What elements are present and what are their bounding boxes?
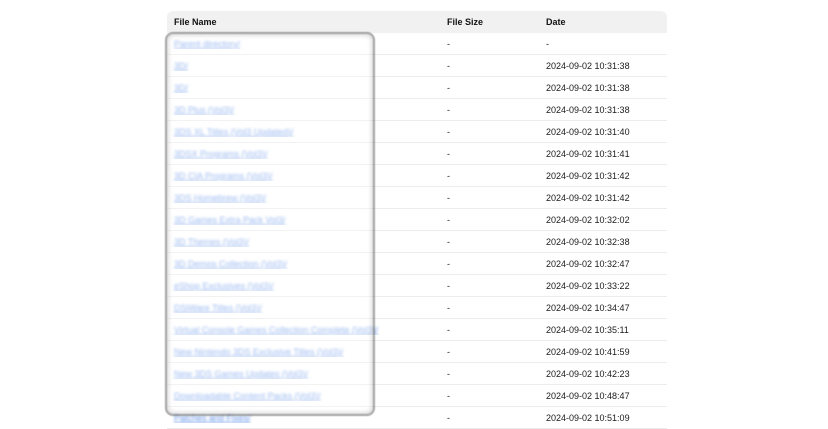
file-size-cell: -: [447, 170, 450, 181]
file-name-cell: 3D Plus (Vol3)/: [167, 105, 440, 115]
file-name-cell: eShop Exclusives (Vol3)/: [167, 281, 440, 291]
file-name-cell: 3DS Homebrew (Vol3)/: [167, 193, 440, 203]
table-row: 3D Plus (Vol3)/ - 2024-09-02 10:31:38: [167, 99, 667, 121]
file-link[interactable]: Patches and Fixes/: [174, 413, 251, 423]
file-link[interactable]: 3D/: [174, 61, 188, 71]
table-row: 3DSX Programs (Vol3)/ - 2024-09-02 10:31:4…: [167, 143, 667, 165]
file-link[interactable]: 3D CIA Programs (Vol3)/: [174, 171, 273, 181]
table-row: 3D Demos Collection (Vol3)/ - 2024-09-02 1…: [167, 253, 667, 275]
file-name-cell: Downloadable Content Packs (Vol3)/: [167, 391, 440, 401]
date-cell: 2024-09-02 10:34:47: [546, 302, 630, 313]
file-name-cell: 3D/: [167, 83, 440, 93]
date-cell: 2024-09-02 10:31:42: [546, 192, 630, 203]
date-cell: 2024-09-02 10:31:40: [546, 126, 630, 137]
file-name-cell: Parent directory/: [167, 39, 440, 49]
file-name-cell: New Nintendo 3DS Exclusive Titles (Vol3)…: [167, 347, 440, 357]
file-link[interactable]: 3DSX Programs (Vol3)/: [174, 149, 268, 159]
file-name-cell: 3D Themes (Vol3)/: [167, 237, 440, 247]
file-link[interactable]: New 3DS Games Updates (Vol3)/: [174, 369, 308, 379]
table-row: Virtual Console Games Collection Complet…: [167, 319, 667, 341]
file-size-cell: -: [447, 60, 450, 71]
file-name-cell: 3D Games Extra Pack Vol3/: [167, 215, 440, 225]
file-link[interactable]: DSiWare Titles (Vol3)/: [174, 303, 262, 313]
table-header: File Name File Size Date: [167, 11, 667, 33]
file-link[interactable]: New Nintendo 3DS Exclusive Titles (Vol3)…: [174, 347, 343, 357]
header-file-name[interactable]: File Name: [167, 17, 440, 27]
file-size-cell: -: [447, 390, 450, 401]
file-name-cell: 3DSX Programs (Vol3)/: [167, 149, 440, 159]
table-row: Patches and Fixes/ - 2024-09-02 10:51:09: [167, 407, 667, 429]
date-cell: 2024-09-02 10:31:41: [546, 148, 630, 159]
file-name-cell: 3D/: [167, 61, 440, 71]
file-size-cell: -: [447, 104, 450, 115]
file-name-cell: 3D Demos Collection (Vol3)/: [167, 259, 440, 269]
file-link[interactable]: 3D Themes (Vol3)/: [174, 237, 249, 247]
header-file-size[interactable]: File Size: [440, 17, 539, 27]
table-row: 3DS Homebrew (Vol3)/ - 2024-09-02 10:31:42: [167, 187, 667, 209]
file-size-cell: -: [447, 214, 450, 225]
date-cell: -: [546, 38, 549, 49]
file-size-cell: -: [447, 148, 450, 159]
table-row: eShop Exclusives (Vol3)/ - 2024-09-02 10:3…: [167, 275, 667, 297]
file-name-cell: 3DS XL Titles (Vol3 Updated)/: [167, 127, 440, 137]
file-name-cell: DSiWare Titles (Vol3)/: [167, 303, 440, 313]
date-cell: 2024-09-02 10:32:38: [546, 236, 630, 247]
file-name-cell: 3D CIA Programs (Vol3)/: [167, 171, 440, 181]
file-name-cell: Virtual Console Games Collection Complet…: [167, 325, 440, 335]
date-cell: 2024-09-02 10:35:11: [546, 324, 629, 335]
file-link[interactable]: 3D/: [174, 83, 188, 93]
table-row: DSiWare Titles (Vol3)/ - 2024-09-02 10:34:…: [167, 297, 667, 319]
file-size-cell: -: [447, 82, 450, 93]
date-cell: 2024-09-02 10:32:47: [546, 258, 630, 269]
table-row: New Nintendo 3DS Exclusive Titles (Vol3)…: [167, 341, 667, 363]
table-row: 3D Themes (Vol3)/ - 2024-09-02 10:32:38: [167, 231, 667, 253]
table-row: 3DS XL Titles (Vol3 Updated)/ - 2024-09-02…: [167, 121, 667, 143]
date-cell: 2024-09-02 10:41:59: [546, 346, 630, 357]
file-listing-table: File Name File Size Date Parent director…: [167, 11, 667, 429]
file-size-cell: -: [447, 324, 450, 335]
date-cell: 2024-09-02 10:31:38: [546, 104, 630, 115]
date-cell: 2024-09-02 10:31:42: [546, 170, 630, 181]
file-size-cell: -: [447, 126, 450, 137]
file-link[interactable]: 3DS Homebrew (Vol3)/: [174, 193, 266, 203]
table-body: Parent directory/ - - 3D/ - 2024-09-02 10:31:…: [167, 33, 667, 429]
file-size-cell: -: [447, 346, 450, 357]
file-size-cell: -: [447, 258, 450, 269]
table-row: 3D/ - 2024-09-02 10:31:38: [167, 55, 667, 77]
file-size-cell: -: [447, 412, 450, 423]
file-size-cell: -: [447, 302, 450, 313]
table-row: 3D CIA Programs (Vol3)/ - 2024-09-02 10:31…: [167, 165, 667, 187]
file-link[interactable]: 3D Games Extra Pack Vol3/: [174, 215, 286, 225]
date-cell: 2024-09-02 10:51:09: [546, 412, 630, 423]
file-size-cell: -: [447, 280, 450, 291]
file-name-cell: New 3DS Games Updates (Vol3)/: [167, 369, 440, 379]
date-cell: 2024-09-02 10:31:38: [546, 60, 630, 71]
file-link[interactable]: 3D Plus (Vol3)/: [174, 105, 234, 115]
date-cell: 2024-09-02 10:31:38: [546, 82, 630, 93]
file-link[interactable]: Virtual Console Games Collection Complet…: [174, 325, 378, 335]
file-link[interactable]: 3D Demos Collection (Vol3)/: [174, 259, 287, 269]
file-link[interactable]: 3DS XL Titles (Vol3 Updated)/: [174, 127, 293, 137]
file-link[interactable]: Parent directory/: [174, 39, 240, 49]
table-row: New 3DS Games Updates (Vol3)/ - 2024-09-02…: [167, 363, 667, 385]
file-size-cell: -: [447, 368, 450, 379]
header-date[interactable]: Date: [539, 17, 667, 27]
date-cell: 2024-09-02 10:33:22: [546, 280, 630, 291]
date-cell: 2024-09-02 10:32:02: [546, 214, 630, 225]
date-cell: 2024-09-02 10:42:23: [546, 368, 630, 379]
table-row: 3D Games Extra Pack Vol3/ - 2024-09-02 10:…: [167, 209, 667, 231]
file-size-cell: -: [447, 192, 450, 203]
table-row: 3D/ - 2024-09-02 10:31:38: [167, 77, 667, 99]
file-link[interactable]: Downloadable Content Packs (Vol3)/: [174, 391, 321, 401]
file-link[interactable]: eShop Exclusives (Vol3)/: [174, 281, 274, 291]
table-row: Parent directory/ - -: [167, 33, 667, 55]
file-name-cell: Patches and Fixes/: [167, 413, 440, 423]
file-size-cell: -: [447, 236, 450, 247]
date-cell: 2024-09-02 10:48:47: [546, 390, 630, 401]
table-row: Downloadable Content Packs (Vol3)/ - 2024-…: [167, 385, 667, 407]
file-size-cell: -: [447, 38, 450, 49]
